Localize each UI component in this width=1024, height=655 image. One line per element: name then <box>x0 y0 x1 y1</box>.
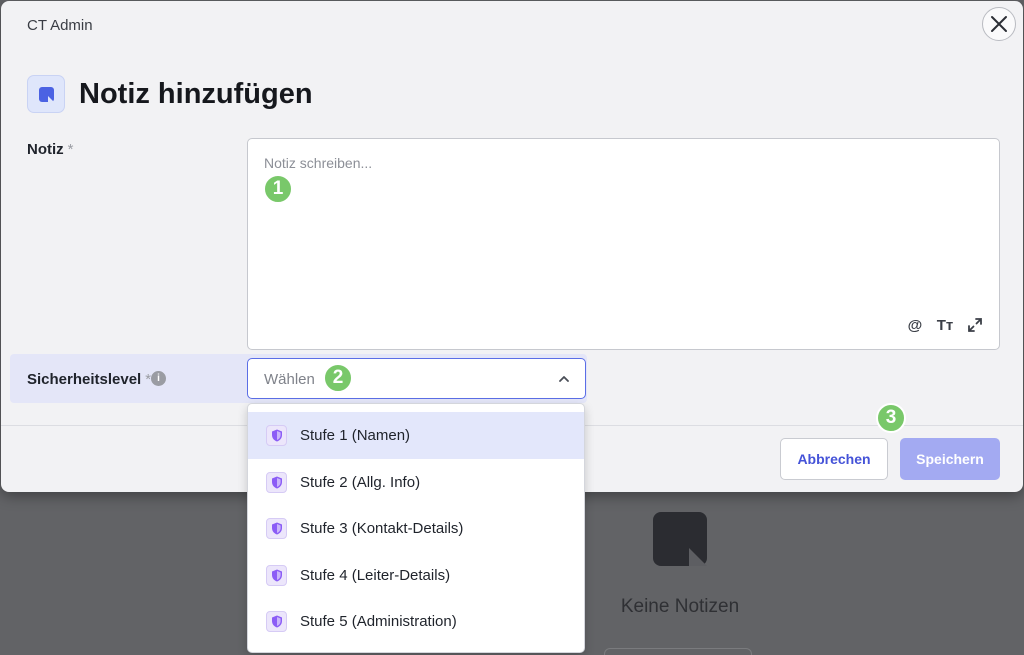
dropdown-option-label: Stufe 1 (Namen) <box>300 427 411 444</box>
step-badge-3: 3 <box>876 403 906 433</box>
editor-toolbar: @ Tт <box>905 315 985 335</box>
dropdown-option-label: Stufe 3 (Kontakt-Details) <box>300 520 464 537</box>
page-title: Notiz hinzufügen <box>79 77 313 110</box>
dropdown-option-label: Stufe 4 (Leiter-Details) <box>300 567 451 584</box>
shield-icon <box>266 472 287 493</box>
title-row: Notiz hinzufügen <box>27 74 313 114</box>
chevron-up-icon <box>559 376 569 382</box>
note-placeholder: Notiz schreiben... <box>264 155 373 171</box>
background-button <box>604 648 752 655</box>
note-icon <box>27 75 65 113</box>
dropdown-option-label: Stufe 2 (Allg. Info) <box>300 474 421 491</box>
shield-icon <box>266 565 287 586</box>
shield-icon <box>266 425 287 446</box>
security-level-select[interactable]: Wählen <box>247 358 586 399</box>
dropdown-option[interactable]: Stufe 3 (Kontakt-Details) <box>248 505 584 552</box>
expand-button[interactable] <box>965 315 985 335</box>
empty-notes-state: Keine Notizen <box>560 512 800 618</box>
note-icon <box>653 512 707 566</box>
app-name: CT Admin <box>27 17 93 34</box>
note-textarea[interactable]: Notiz schreiben... @ Tт <box>247 138 1000 350</box>
step-badge-1: 1 <box>263 174 293 204</box>
shield-icon <box>266 518 287 539</box>
security-level-label-text: Sicherheitslevel <box>27 371 142 388</box>
modal-header: CT Admin <box>1 1 1023 47</box>
dropdown-option[interactable]: Stufe 2 (Allg. Info) <box>248 459 584 506</box>
security-level-label: Sicherheitslevel * <box>27 371 151 388</box>
save-button[interactable]: Speichern <box>900 438 1000 480</box>
expand-icon <box>968 318 982 332</box>
dropdown-option[interactable]: Stufe 1 (Namen) <box>248 412 584 459</box>
cancel-button[interactable]: Abbrechen <box>780 438 888 480</box>
required-mark: * <box>67 141 74 158</box>
security-level-dropdown: Stufe 1 (Namen) Stufe 2 (Allg. Info) Stu… <box>247 403 585 653</box>
dropdown-option[interactable]: Stufe 4 (Leiter-Details) <box>248 552 584 599</box>
mention-button[interactable]: @ <box>905 315 925 335</box>
text-format-button[interactable]: Tт <box>935 315 955 335</box>
note-label-text: Notiz <box>27 141 64 158</box>
info-icon[interactable]: i <box>151 371 166 386</box>
dropdown-option-label: Stufe 5 (Administration) <box>300 613 457 630</box>
dropdown-option[interactable]: Stufe 5 (Administration) <box>248 598 584 645</box>
empty-notes-label: Keine Notizen <box>620 596 740 617</box>
select-placeholder: Wählen <box>264 371 315 388</box>
at-icon: @ <box>907 316 923 334</box>
shield-icon <box>266 611 287 632</box>
close-button[interactable] <box>982 7 1016 41</box>
close-icon <box>991 16 1007 32</box>
text-size-icon: Tт <box>936 316 954 334</box>
note-label: Notiz * <box>27 141 74 158</box>
step-badge-2: 2 <box>323 363 353 393</box>
